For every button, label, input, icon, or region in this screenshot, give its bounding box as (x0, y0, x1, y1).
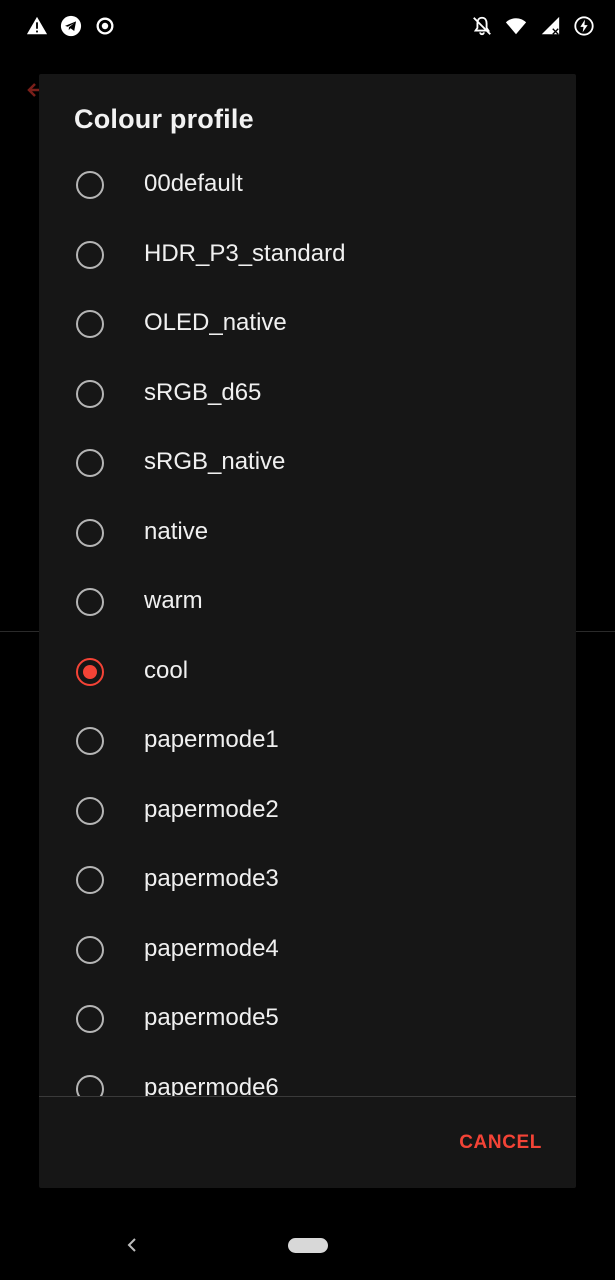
radio-button[interactable] (76, 866, 104, 894)
radio-button[interactable] (76, 518, 104, 547)
status-bar (0, 0, 615, 52)
alert-icon (26, 15, 48, 37)
option-warm[interactable]: warm (39, 567, 576, 637)
radio-button[interactable] (76, 171, 104, 199)
option-label: OLED_native (144, 309, 287, 336)
bell-off-icon (471, 15, 493, 37)
cancel-button[interactable]: CANCEL (459, 1132, 542, 1154)
option-label: HDR_P3_standard (144, 239, 346, 267)
option-label: papermode1 (144, 726, 279, 753)
radio-button-selected[interactable] (76, 657, 104, 686)
option-label: native (144, 517, 209, 545)
colour-profile-dialog: Colour profile 00default HDR_P3_standard… (39, 74, 576, 1188)
option-papermode1[interactable]: papermode1 (39, 706, 576, 776)
option-label: papermode2 (144, 795, 279, 823)
option-cool[interactable]: cool (39, 637, 576, 707)
signal-icon (539, 15, 561, 37)
radio-button[interactable] (76, 935, 104, 964)
option-label: cool (144, 656, 189, 684)
option-srgb-native[interactable]: sRGB_native (39, 428, 576, 498)
option-label: papermode6 (144, 1073, 279, 1097)
option-label: 00default (144, 170, 243, 197)
dialog-divider (39, 1096, 576, 1097)
target-icon (94, 15, 116, 37)
dialog-title: Colour profile (74, 104, 254, 134)
option-label: warm (144, 587, 203, 614)
option-hdr-p3-standard[interactable]: HDR_P3_standard (39, 220, 576, 290)
option-srgb-d65[interactable]: sRGB_d65 (39, 359, 576, 429)
option-papermode2[interactable]: papermode2 (39, 776, 576, 846)
option-papermode6[interactable]: papermode6 (39, 1054, 576, 1097)
battery-charging-icon (573, 15, 595, 37)
option-label: sRGB_native (144, 448, 286, 475)
screen: Colour profile 00default HDR_P3_standard… (0, 0, 615, 1280)
option-label: sRGB_d65 (144, 378, 262, 406)
option-label: papermode3 (144, 865, 279, 892)
nav-home-pill[interactable] (288, 1238, 328, 1253)
option-00default[interactable]: 00default (39, 150, 576, 220)
radio-button[interactable] (76, 1005, 104, 1033)
option-papermode5[interactable]: papermode5 (39, 984, 576, 1054)
option-label: papermode4 (144, 934, 279, 962)
radio-button[interactable] (76, 379, 104, 408)
nav-back-icon[interactable] (123, 1236, 141, 1254)
option-papermode4[interactable]: papermode4 (39, 915, 576, 985)
radio-button[interactable] (76, 796, 104, 825)
radio-button[interactable] (76, 240, 104, 269)
radio-button[interactable] (76, 310, 104, 338)
radio-button[interactable] (76, 1074, 104, 1096)
option-oled-native[interactable]: OLED_native (39, 289, 576, 359)
option-list[interactable]: 00default HDR_P3_standard OLED_native sR… (39, 150, 576, 1096)
radio-button[interactable] (76, 449, 104, 477)
option-native[interactable]: native (39, 498, 576, 568)
option-label: papermode5 (144, 1004, 279, 1031)
radio-button[interactable] (76, 727, 104, 755)
wifi-icon (505, 15, 527, 37)
radio-button[interactable] (76, 588, 104, 616)
option-papermode3[interactable]: papermode3 (39, 845, 576, 915)
telegram-icon (60, 15, 82, 37)
